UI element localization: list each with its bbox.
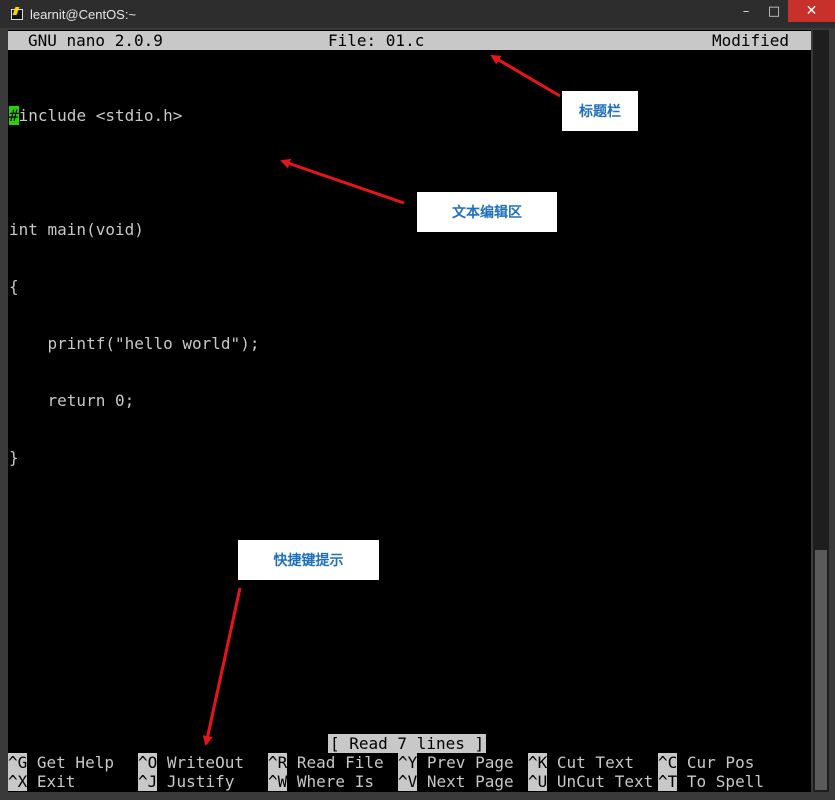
code-line-text: return 0; [9, 391, 135, 410]
code-line: return 0; [9, 391, 259, 410]
code-line: int main(void) [9, 220, 259, 239]
nano-version: GNU nano 2.0.9 [28, 31, 163, 50]
code-line-text: { [9, 277, 19, 296]
text-cursor: # [9, 106, 19, 125]
code-line: printf("hello world"); [9, 334, 260, 353]
terminal-window: learnit@CentOS:~ – □ ✕ GNU nano 2.0.9 Fi… [0, 0, 835, 800]
shortcut-exit[interactable]: ^X Exit [8, 772, 75, 791]
close-button[interactable]: ✕ [788, 0, 835, 22]
code-line: #include <stdio.h> [9, 106, 259, 125]
nano-modified-flag: Modified [711, 31, 789, 50]
maximize-button[interactable]: □ [760, 0, 788, 22]
nano-title-bar: GNU nano 2.0.9 File: 01.c Modified [8, 31, 811, 50]
shortcut-bar: ^G Get Help ^O WriteOut ^R Read File ^Y … [8, 753, 811, 791]
text-edit-area[interactable]: #include <stdio.h> int main(void) { prin… [9, 68, 259, 505]
shortcut-where-is[interactable]: ^W Where Is [268, 772, 374, 791]
window-title: learnit@CentOS:~ [30, 6, 137, 22]
code-line: { [9, 277, 259, 296]
code-line-text: } [9, 448, 19, 467]
vertical-scrollbar[interactable] [813, 30, 829, 792]
shortcut-get-help[interactable]: ^G Get Help [8, 753, 114, 772]
shortcut-uncut-text[interactable]: ^U UnCut Text [528, 772, 653, 791]
code-line-text: printf("hello world"); [9, 334, 260, 353]
annotation-shortcut-hints: 快捷键提示 [238, 540, 379, 580]
shortcut-row: ^X Exit ^J Justify ^W Where Is ^V Next P… [8, 772, 811, 791]
shortcut-row: ^G Get Help ^O WriteOut ^R Read File ^Y … [8, 753, 811, 772]
status-message: [ Read 7 lines ] [328, 734, 487, 753]
shortcut-to-spell[interactable]: ^T To Spell [658, 772, 764, 791]
putty-icon[interactable] [10, 7, 24, 21]
shortcut-read-file[interactable]: ^R Read File [268, 753, 384, 772]
terminal-screen[interactable]: GNU nano 2.0.9 File: 01.c Modified #incl… [8, 30, 811, 792]
window-titlebar[interactable]: learnit@CentOS:~ – □ ✕ [0, 0, 835, 28]
annotation-title-bar: 标题栏 [562, 91, 638, 131]
shortcut-next-page[interactable]: ^V Next Page [398, 772, 514, 791]
scrollbar-thumb[interactable] [815, 550, 827, 790]
annotation-edit-area: 文本编辑区 [417, 192, 557, 232]
shortcut-cur-pos[interactable]: ^C Cur Pos [658, 753, 754, 772]
code-line: } [9, 448, 259, 467]
shortcut-justify[interactable]: ^J Justify [138, 772, 234, 791]
shortcut-prev-page[interactable]: ^Y Prev Page [398, 753, 514, 772]
code-line-text: include <stdio.h> [18, 106, 183, 125]
code-line-text: int main(void) [9, 220, 144, 239]
nano-filename: File: 01.c [328, 31, 425, 50]
shortcut-writeout[interactable]: ^O WriteOut [138, 753, 244, 772]
minimize-button[interactable]: – [732, 0, 760, 22]
shortcut-cut-text[interactable]: ^K Cut Text [528, 753, 634, 772]
window-controls: – □ ✕ [732, 0, 835, 24]
